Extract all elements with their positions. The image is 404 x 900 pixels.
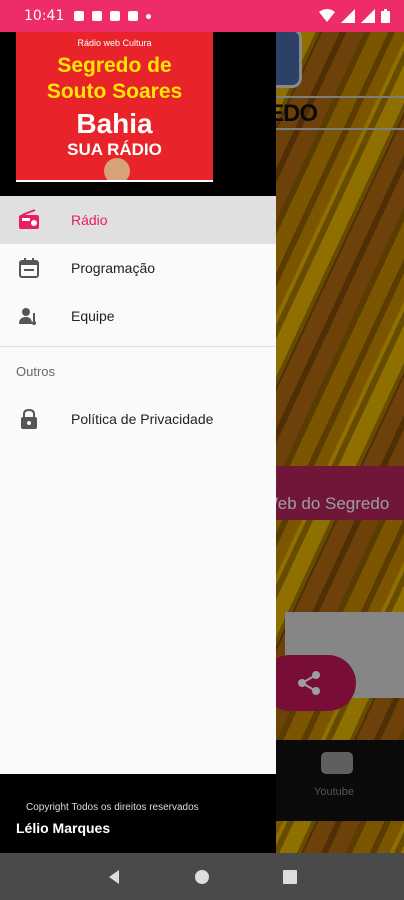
recents-icon[interactable] [282,869,298,885]
status-bar: 10:41 [0,0,404,32]
menu-item-label: Equipe [71,308,115,324]
menu-item-programacao[interactable]: Programação [0,244,276,292]
facebook-notification-icon [128,11,139,21]
presenter-photo [104,158,130,180]
team-icon [19,308,36,325]
status-time: 10:41 [24,8,65,24]
calendar-icon [19,258,39,278]
notification-icons [74,11,152,21]
settings-notification-icon [110,11,121,21]
station-subtitle: Rádio web Cultura [77,38,152,48]
signal-secondary-icon [361,9,375,23]
app-notification-icon [92,11,103,21]
section-title-outros: Outros [16,364,56,379]
battery-icon [381,9,390,23]
navigation-drawer: Rádio web Cultura Segredo de Souto Soare… [0,32,276,853]
station-logo-image: Rádio web Cultura Segredo de Souto Soare… [16,32,213,182]
wifi-icon [319,9,335,22]
lock-icon [21,408,37,429]
menu-item-radio[interactable]: Rádio [0,196,276,244]
copyright-text: Copyright Todos os direitos reservados [26,802,199,813]
drawer-menu: Rádio Programação Equipe [0,196,276,340]
back-icon[interactable] [106,869,122,885]
drawer-header: Rádio web Cultura Segredo de Souto Soare… [0,32,276,196]
menu-item-label: Programação [71,260,156,276]
author-name: Lélio Marques [16,820,111,836]
menu-item-label: Política de Privacidade [71,411,214,427]
menu-item-equipe[interactable]: Equipe [0,292,276,340]
system-icons [319,9,390,23]
calendar-notification-icon [74,11,85,21]
signal-icon [341,9,355,23]
menu-item-label: Rádio [71,212,108,228]
more-notifications-icon [146,13,152,19]
station-name-line3: Bahia [76,108,153,139]
system-navigation-bar [0,853,404,900]
station-name-line2: Souto Soares [46,80,183,103]
radio-icon [19,209,39,229]
station-name-line1: Segredo de [57,54,172,77]
station-name-line4: SUA RÁDIO [67,140,162,159]
home-icon[interactable] [194,869,210,885]
drawer-footer: Copyright Todos os direitos reservados L… [0,774,276,853]
menu-item-privacy-policy[interactable]: Política de Privacidade [0,395,276,443]
